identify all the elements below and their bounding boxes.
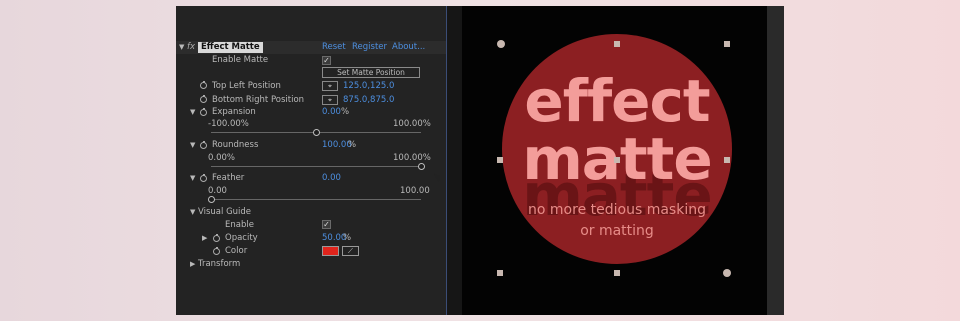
bounding-box-handle[interactable] — [724, 157, 730, 163]
expand-triangle-icon[interactable]: ▼ — [179, 41, 184, 53]
feather-slider-thumb[interactable] — [207, 196, 215, 203]
enable-matte-label: Enable Matte — [212, 55, 269, 65]
top-left-position-label: Top Left Position — [212, 81, 281, 91]
feather-value[interactable]: 0.00 — [322, 172, 341, 184]
stopwatch-icon[interactable] — [213, 234, 220, 242]
expand-triangle-icon[interactable]: ▼ — [190, 139, 195, 151]
roundness-max: 100.00% — [393, 153, 431, 163]
crosshair-icon[interactable]: ⌖ — [322, 81, 338, 91]
expansion-min: -100.00% — [208, 119, 249, 129]
expand-triangle-icon[interactable]: ▼ — [190, 206, 195, 218]
color-swatch[interactable] — [322, 246, 339, 256]
register-link[interactable]: Register — [352, 41, 387, 53]
collapse-triangle-icon[interactable]: ▶ — [190, 258, 195, 270]
after-effects-window: ▼ fx Effect Matte Reset Register About..… — [176, 6, 784, 315]
stopwatch-icon[interactable] — [200, 81, 207, 89]
viewer-gutter — [447, 6, 462, 315]
expansion-unit: % — [341, 107, 350, 117]
expansion-value[interactable]: 0.00 — [322, 106, 341, 118]
bottom-right-position-handle[interactable] — [723, 269, 731, 277]
stopwatch-icon[interactable] — [213, 247, 220, 255]
roundness-label: Roundness — [212, 140, 259, 150]
expansion-slider-thumb[interactable] — [312, 129, 320, 136]
transform-label: Transform — [198, 259, 241, 269]
opacity-unit: % — [343, 233, 352, 243]
expansion-max: 100.00% — [393, 119, 431, 129]
expand-triangle-icon[interactable]: ▼ — [190, 106, 195, 118]
matte-circle: effect matte matte no more tedious maski… — [502, 34, 732, 264]
subtitle-line-1: no more tedious masking — [528, 202, 706, 218]
collapse-triangle-icon[interactable]: ▶ — [202, 232, 207, 244]
reset-link[interactable]: Reset — [322, 41, 346, 53]
roundness-unit: % — [348, 140, 357, 150]
top-left-position-value[interactable]: 125.0,125.0 — [343, 80, 394, 92]
feather-slider-track[interactable] — [211, 199, 421, 200]
effect-title[interactable]: Effect Matte — [198, 42, 263, 53]
headline-effect: effect — [524, 67, 710, 135]
bottom-right-position-value[interactable]: 875.0,875.0 — [343, 94, 394, 106]
effect-controls-panel: ▼ fx Effect Matte Reset Register About..… — [176, 6, 446, 315]
effect-header: ▼ fx Effect Matte Reset Register About..… — [176, 41, 446, 54]
set-matte-position-button[interactable]: Set Matte Position — [322, 67, 420, 78]
subtitle-line-2: or matting — [580, 223, 654, 239]
composition-viewer[interactable]: effect matte matte no more tedious maski… — [462, 6, 767, 315]
roundness-slider-track[interactable] — [211, 166, 421, 167]
enable-checkbox[interactable]: ✓ — [322, 220, 331, 229]
stopwatch-icon[interactable] — [200, 174, 207, 182]
enable-matte-checkbox[interactable]: ✓ — [322, 56, 331, 65]
top-left-position-handle[interactable] — [497, 40, 505, 48]
feather-max: 100.00 — [400, 186, 430, 196]
bottom-right-position-label: Bottom Right Position — [212, 95, 305, 105]
visual-guide-label: Visual Guide — [198, 207, 252, 217]
color-label: Color — [225, 246, 248, 256]
expansion-label: Expansion — [212, 107, 256, 117]
bounding-box-handle[interactable] — [497, 270, 503, 276]
bounding-box-handle[interactable] — [614, 270, 620, 276]
bounding-box-handle[interactable] — [497, 157, 503, 163]
enable-label: Enable — [225, 220, 254, 230]
opacity-label: Opacity — [225, 233, 258, 243]
anchor-point-handle[interactable] — [614, 157, 620, 163]
stopwatch-icon[interactable] — [200, 108, 207, 116]
crosshair-icon[interactable]: ⌖ — [322, 95, 338, 105]
viewer-scroll-edge — [767, 6, 784, 315]
about-link[interactable]: About... — [392, 41, 425, 53]
fx-icon[interactable]: fx — [187, 41, 195, 53]
bounding-box-handle[interactable] — [724, 41, 730, 47]
stopwatch-icon[interactable] — [200, 95, 207, 103]
feather-label: Feather — [212, 173, 245, 183]
bounding-box-handle[interactable] — [614, 41, 620, 47]
roundness-slider-thumb[interactable] — [417, 163, 425, 170]
eyedropper-icon[interactable]: ⟋ — [342, 246, 359, 256]
stopwatch-icon[interactable] — [200, 141, 207, 149]
expand-triangle-icon[interactable]: ▼ — [190, 172, 195, 184]
roundness-min: 0.00% — [208, 153, 236, 163]
